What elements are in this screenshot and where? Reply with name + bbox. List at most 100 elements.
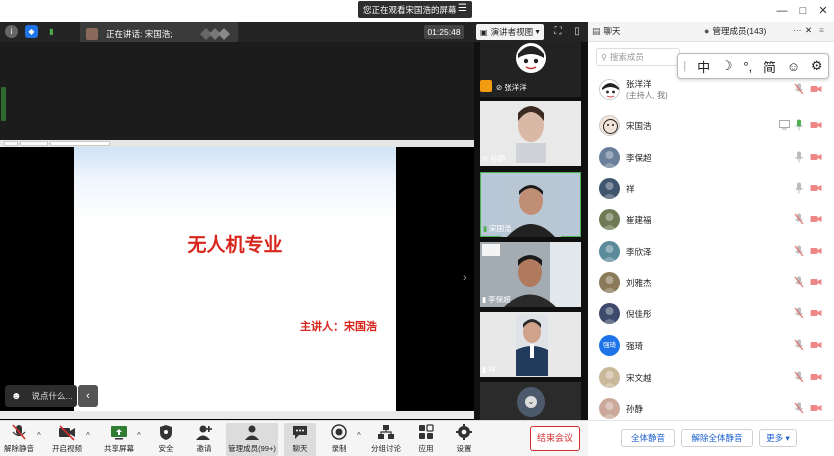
camera-off-icon[interactable] — [810, 84, 822, 94]
moon-icon[interactable]: ☽ — [721, 58, 733, 74]
camera-off-icon[interactable] — [810, 152, 822, 162]
mic-muted-icon[interactable] — [794, 371, 804, 383]
collapse-chat-button[interactable]: ‹ — [78, 385, 98, 407]
chevron-up-icon[interactable]: ^ — [37, 431, 41, 440]
camera-off-icon[interactable] — [810, 214, 822, 224]
ime-mode[interactable]: 中 — [697, 57, 710, 76]
start-video-label: 开启视频 — [52, 444, 82, 453]
ime-toolbar[interactable]: | 中 ☽ °, 简 ☺ ⚙ — [677, 53, 829, 79]
member-row[interactable]: 倪佳彤 — [588, 298, 834, 329]
chat-button[interactable]: 聊天 — [284, 423, 316, 456]
invite-button[interactable]: 邀请 — [191, 423, 217, 456]
member-row[interactable]: 强琦 强琦 — [588, 330, 834, 361]
mic-muted-icon[interactable] — [794, 83, 804, 95]
viewing-banner[interactable]: 您正在观看宋国浩的屏幕 ☰ — [358, 1, 472, 18]
banner-menu-icon[interactable]: ☰ — [458, 3, 467, 14]
more-button[interactable]: ··· — [793, 25, 802, 35]
video-tile[interactable]: ▮ 李保超 — [480, 242, 581, 307]
settings-button[interactable]: 设置 — [451, 423, 477, 456]
chevron-right-icon[interactable]: › — [463, 272, 467, 284]
member-row[interactable]: 宋文越 — [588, 362, 834, 393]
punctuation-icon[interactable]: °, — [743, 59, 752, 74]
security-button[interactable]: 安全 — [153, 423, 179, 456]
member-row[interactable]: 李保超 — [588, 142, 834, 173]
close-panel-button[interactable]: ✕ — [805, 25, 812, 36]
mic-muted-icon[interactable] — [794, 213, 804, 225]
camera-off-icon[interactable] — [810, 246, 822, 256]
info-icon[interactable]: i — [5, 25, 18, 38]
video-tile[interactable]: ⊘ 张洋洋 — [480, 42, 581, 97]
tab-chat[interactable]: ▤ 聊天 — [592, 25, 621, 37]
mic-on-icon[interactable] — [794, 151, 804, 163]
speaker-avatar — [86, 28, 98, 40]
layout-select[interactable]: ▣ 演讲者视图 ▼ — [476, 24, 544, 40]
panel-menu-icon[interactable]: ≡ — [819, 25, 824, 35]
mic-muted-icon[interactable] — [794, 307, 804, 319]
close-window-button[interactable]: ✕ — [815, 3, 831, 19]
record-button[interactable]: 录制 — [326, 423, 352, 456]
mic-on-icon[interactable] — [794, 182, 804, 194]
mic-muted-icon[interactable] — [794, 276, 804, 288]
share-screen-button[interactable]: 共享屏幕 — [100, 423, 138, 456]
gear-icon[interactable]: ⚙ — [811, 58, 823, 74]
signal-icon[interactable]: ▮ — [45, 25, 58, 38]
security-label: 安全 — [158, 444, 174, 453]
shield-icon[interactable]: ◆ — [25, 25, 38, 38]
emoji-icon[interactable]: ☻ — [11, 391, 22, 402]
chevron-up-icon[interactable]: ^ — [137, 431, 141, 440]
camera-off-icon[interactable] — [810, 372, 822, 382]
breakout-button[interactable]: 分组讨论 — [370, 423, 402, 456]
manage-members-button[interactable]: 管理成员(99+) — [226, 423, 278, 456]
start-video-button[interactable]: 开启视频 — [50, 423, 84, 456]
search-icon: ⚲ — [601, 52, 607, 62]
member-row[interactable]: 刘雅杰 — [588, 267, 834, 298]
chat-input[interactable]: ☻ 说点什么... — [5, 385, 77, 407]
mic-muted-icon[interactable] — [794, 245, 804, 257]
avatar — [599, 398, 620, 419]
member-row[interactable]: 祥 — [588, 173, 834, 204]
sidebar-toggle-icon[interactable]: ▯ — [570, 25, 584, 39]
apps-button[interactable]: 应用 — [413, 423, 439, 456]
video-tile[interactable]: ▮ 祥 — [480, 312, 581, 377]
more-members-button[interactable]: 更多 ▾ — [759, 429, 797, 447]
mute-all-button[interactable]: 全体静音 — [621, 429, 675, 447]
meeting-window: 您正在观看宋国浩的屏幕 ☰ — □ ✕ i ◆ ▮ 正在讲话: 宋国浩; 01:… — [0, 0, 834, 456]
tab-members-label: 管理成员(143) — [712, 26, 767, 36]
member-row[interactable]: 崔建福 — [588, 204, 834, 235]
minimize-button[interactable]: — — [774, 3, 790, 19]
camera-off-icon[interactable] — [810, 403, 822, 413]
maximize-button[interactable]: □ — [795, 3, 811, 19]
settings-label: 设置 — [456, 444, 472, 453]
tab-chat-label: 聊天 — [603, 26, 621, 36]
member-search-input[interactable]: ⚲ 搜索成员 — [596, 48, 680, 66]
camera-off-icon[interactable] — [810, 340, 822, 350]
panel-header: ▤ 聊天 ● 管理成员(143) ··· ✕ ≡ — [588, 22, 834, 42]
camera-off-icon[interactable] — [810, 120, 822, 130]
mic-muted-icon: ⊘ — [496, 83, 503, 92]
chevron-up-icon[interactable]: ^ — [86, 431, 90, 440]
member-row[interactable]: 李欣泽 — [588, 236, 834, 267]
record-label: 录制 — [331, 444, 347, 453]
video-topbar: i ◆ ▮ 正在讲话: 宋国浩; 01:25:48 ▣ 演讲者视图 ▼ ⛶ ▯ — [0, 22, 588, 46]
camera-off-icon[interactable] — [810, 183, 822, 193]
mic-muted-icon: ⊘ — [482, 154, 489, 163]
camera-off-icon[interactable] — [810, 277, 822, 287]
camera-off-icon[interactable] — [810, 308, 822, 318]
ime-simplified[interactable]: 简 — [763, 57, 776, 76]
unmute-button[interactable]: 解除静音 — [2, 423, 36, 456]
tile-label: ▮ 李保超 — [482, 294, 511, 305]
avatar — [599, 147, 620, 168]
emoji-icon[interactable]: ☺ — [787, 59, 800, 74]
mic-on-icon[interactable] — [794, 119, 804, 131]
mic-muted-icon[interactable] — [794, 339, 804, 351]
video-tile[interactable]: ⊘ 孙静 — [480, 101, 581, 166]
end-meeting-button[interactable]: 结束会议 — [530, 426, 580, 451]
member-row[interactable]: 宋国浩 — [588, 110, 834, 141]
chevron-up-icon[interactable]: ^ — [357, 431, 361, 440]
scroll-down-icon[interactable]: ⌄ — [525, 396, 537, 408]
fullscreen-icon[interactable]: ⛶ — [551, 25, 565, 39]
video-tile-active[interactable]: ▮ 宋国浩 — [480, 172, 581, 237]
mic-muted-icon[interactable] — [794, 402, 804, 414]
tab-members[interactable]: ● 管理成员(143) — [704, 25, 766, 37]
unmute-all-button[interactable]: 解除全体静音 — [681, 429, 753, 447]
